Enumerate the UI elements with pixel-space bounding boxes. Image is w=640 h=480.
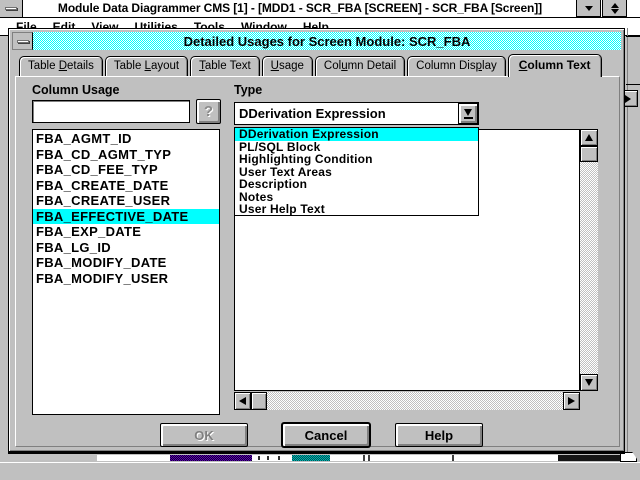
column-usage-listbox[interactable]: FBA_AGMT_IDFBA_CD_AGMT_TYPFBA_CD_FEE_TYP…: [32, 129, 220, 415]
tab-table-details[interactable]: Table Details: [19, 56, 103, 76]
screen: Module Data Diagrammer CMS [1] - [MDD1 -…: [0, 0, 640, 480]
dialog-detailed-usages: Detailed Usages for Screen Module: SCR_F…: [8, 28, 625, 452]
scroll-up-button[interactable]: [580, 129, 598, 146]
chevron-down-icon: [464, 109, 473, 119]
tab-table-text[interactable]: Table Text: [190, 56, 260, 76]
dialog-system-menu-button[interactable]: [12, 32, 33, 50]
background-diagram-sliver: [452, 455, 454, 461]
right-arrow-icon: [568, 397, 575, 405]
minimize-button[interactable]: [576, 0, 601, 17]
list-item-fba-exp-date[interactable]: FBA_EXP_DATE: [33, 224, 219, 240]
main-window-titlebar: Module Data Diagrammer CMS [1] - [MDD1 -…: [0, 0, 640, 18]
list-item-fba-agmt-id[interactable]: FBA_AGMT_ID: [33, 131, 219, 147]
type-label: Type: [234, 83, 262, 97]
list-item-fba-modify-user[interactable]: FBA_MODIFY_USER: [33, 271, 219, 287]
type-combobox[interactable]: DDerivation Expression: [234, 102, 479, 125]
background-diagram-sliver: [267, 456, 269, 460]
vertical-scroll-thumb[interactable]: [580, 146, 598, 162]
left-arrow-icon: [239, 397, 246, 405]
background-diagram-sliver: [368, 455, 370, 461]
list-item-fba-create-user[interactable]: FBA_CREATE_USER: [33, 193, 219, 209]
restore-icon: [611, 3, 619, 14]
column-usage-input[interactable]: [32, 100, 190, 123]
background-divider: [626, 84, 640, 85]
background-diagram-sliver: [292, 455, 330, 461]
tab-content-panel: Column Usage ? FBA_AGMT_IDFBA_CD_AGMT_TY…: [15, 76, 620, 447]
tab-column-detail[interactable]: Column Detail: [315, 56, 405, 76]
find-button[interactable]: ?: [196, 99, 221, 124]
help-button[interactable]: Help: [395, 423, 483, 447]
background-diagram-sliver: [170, 455, 252, 461]
tab-column-text[interactable]: Column Text: [508, 54, 602, 77]
up-arrow-icon: [585, 134, 593, 141]
background-diagram-sliver: [363, 455, 365, 461]
question-mark-icon: ?: [204, 103, 213, 120]
combobox-dropdown-button[interactable]: [458, 103, 478, 124]
column-usage-label: Column Usage: [32, 83, 120, 97]
type-dropdown-list[interactable]: DDerivation ExpressionPL/SQL BlockHighli…: [234, 127, 479, 216]
tab-table-layout[interactable]: Table Layout: [105, 56, 188, 76]
down-arrow-icon: [585, 6, 593, 11]
main-window-title: Module Data Diagrammer CMS [1] - [MDD1 -…: [26, 0, 574, 17]
dropdown-option-highlighting-condition[interactable]: Highlighting Condition: [235, 153, 478, 166]
background-diagram-sliver: [258, 456, 260, 460]
list-item-fba-create-date[interactable]: FBA_CREATE_DATE: [33, 178, 219, 194]
tab-usage[interactable]: Usage: [262, 56, 313, 76]
background-diagram-sliver: [558, 455, 620, 461]
right-arrow-icon: [625, 95, 631, 103]
scroll-right-button[interactable]: [563, 392, 580, 410]
list-item-fba-modify-date[interactable]: FBA_MODIFY_DATE: [33, 255, 219, 271]
cancel-button[interactable]: Cancel: [282, 423, 370, 447]
dialog-title: Detailed Usages for Screen Module: SCR_F…: [33, 32, 621, 50]
horizontal-scrollbar[interactable]: [234, 392, 580, 410]
down-arrow-icon: [585, 379, 593, 386]
list-item-fba-cd-agmt-typ[interactable]: FBA_CD_AGMT_TYP: [33, 147, 219, 163]
dropdown-option-user-help-text[interactable]: User Help Text: [235, 203, 478, 216]
tab-bar: Table DetailsTable LayoutTable TextUsage…: [19, 53, 604, 76]
list-item-fba-cd-fee-typ[interactable]: FBA_CD_FEE_TYP: [33, 162, 219, 178]
main-system-menu-button[interactable]: [0, 0, 23, 17]
vertical-scrollbar[interactable]: [580, 129, 598, 391]
ok-button[interactable]: OK: [160, 423, 248, 447]
type-combobox-value: DDerivation Expression: [235, 106, 458, 121]
background-divider: [626, 36, 640, 37]
list-item-fba-effective-date[interactable]: FBA_EFFECTIVE_DATE: [33, 209, 219, 225]
scroll-down-button[interactable]: [580, 374, 598, 391]
list-item-fba-lg-id[interactable]: FBA_LG_ID: [33, 240, 219, 256]
system-menu-icon: [17, 40, 29, 43]
background-diagram-sliver: [97, 455, 170, 461]
tab-column-display[interactable]: Column Display: [407, 56, 506, 76]
background-diagram-sliver: [278, 456, 280, 460]
dropdown-option-dderivation-expression[interactable]: DDerivation Expression: [235, 128, 478, 141]
dialog-titlebar: Detailed Usages for Screen Module: SCR_F…: [12, 32, 621, 50]
status-bar: FBA_EFFECTIVE_DATE: [0, 462, 640, 480]
restore-button[interactable]: [602, 0, 627, 17]
background-page-corner: [620, 452, 637, 462]
scroll-left-button[interactable]: [234, 392, 251, 410]
system-menu-icon: [5, 7, 17, 10]
horizontal-scroll-thumb[interactable]: [251, 392, 267, 410]
dropdown-option-description[interactable]: Description: [235, 178, 478, 191]
